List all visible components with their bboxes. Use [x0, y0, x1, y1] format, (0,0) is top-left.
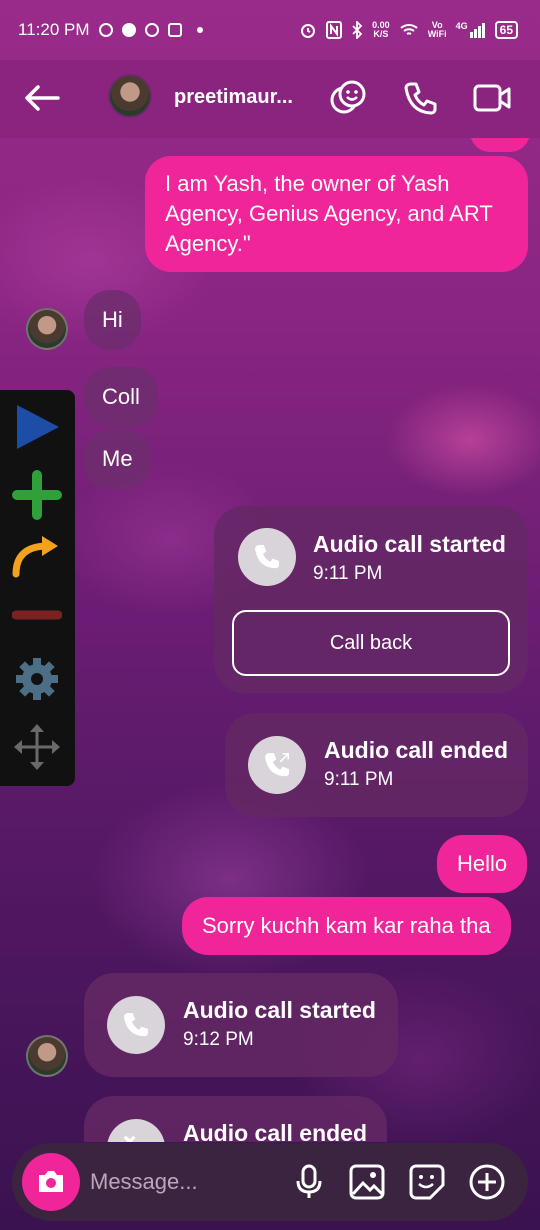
- stickers-icon[interactable]: [328, 78, 368, 118]
- missed-call-icon: [123, 1135, 136, 1142]
- floating-toolbar[interactable]: [0, 390, 75, 786]
- contact-avatar[interactable]: [108, 74, 152, 118]
- chat-header: preetimaur...: [0, 60, 540, 138]
- call-log-card[interactable]: Audio call started 9:11 PM Call back: [214, 506, 528, 693]
- app-notification-icon: [167, 23, 182, 37]
- play-icon: [17, 405, 59, 449]
- call-time: 9:12 PM: [183, 1029, 254, 1050]
- back-arrow-icon[interactable]: [22, 80, 62, 116]
- signal-indicator: 4G: [456, 22, 486, 38]
- wifi-icon: [400, 24, 418, 35]
- redo-arrow-icon: [12, 536, 58, 578]
- facebook-icon: [121, 23, 136, 37]
- redo-button[interactable]: [10, 528, 64, 582]
- message-input[interactable]: [90, 1161, 290, 1203]
- call-title: Audio call started: [313, 531, 506, 557]
- incoming-message[interactable]: Hi: [84, 290, 141, 350]
- phone-icon: [124, 1013, 148, 1037]
- camera-button[interactable]: [22, 1153, 80, 1211]
- gear-icon: [16, 658, 58, 700]
- phone-call-icon[interactable]: [400, 78, 440, 118]
- microphone-icon[interactable]: [290, 1163, 328, 1201]
- chat-thread[interactable]: I am Yash, the owner of Yash Agency, Gen…: [0, 138, 540, 1142]
- battery-indicator: 65: [494, 21, 518, 39]
- call-title: Audio call started: [183, 997, 376, 1023]
- incoming-message[interactable]: Coll: [84, 367, 158, 427]
- settings-button[interactable]: [10, 652, 64, 706]
- alarm-icon: [301, 24, 316, 38]
- sticker-icon[interactable]: [408, 1163, 446, 1201]
- nfc-icon: [326, 21, 343, 39]
- sender-avatar[interactable]: [26, 308, 68, 350]
- outgoing-message[interactable]: Sorry kuchh kam kar raha tha: [182, 897, 511, 955]
- minus-icon: [12, 610, 62, 620]
- chat-notification-icon: [144, 23, 159, 37]
- video-call-icon[interactable]: [472, 78, 512, 118]
- call-back-button[interactable]: Call back: [232, 610, 510, 676]
- message-composer: [12, 1143, 528, 1221]
- add-plus-icon[interactable]: [468, 1163, 506, 1201]
- bluetooth-icon: [352, 21, 363, 39]
- call-icon-circle: [248, 736, 306, 794]
- signal-icon: [469, 23, 485, 38]
- more-notifications-dot: [196, 27, 203, 33]
- status-right: 0.00 K/S Vo WiFi 4G 65: [299, 21, 518, 39]
- call-log-card[interactable]: Audio call ended 9:11 PM: [225, 713, 528, 817]
- gallery-icon[interactable]: [348, 1163, 386, 1201]
- outgoing-message[interactable]: I am Yash, the owner of Yash Agency, Gen…: [145, 156, 528, 272]
- call-time: 9:11 PM: [313, 563, 383, 584]
- sender-avatar[interactable]: [26, 1035, 68, 1077]
- incoming-message[interactable]: Me: [84, 429, 151, 489]
- camera-icon: [39, 1171, 63, 1192]
- move-handle[interactable]: [10, 720, 64, 774]
- call-log-card[interactable]: Audio call started 9:12 PM: [84, 973, 398, 1077]
- call-title: Audio call ended: [324, 737, 509, 763]
- status-left: 11:20 PM: [18, 20, 203, 40]
- plus-icon: [12, 470, 62, 520]
- call-title: Audio call ended: [183, 1120, 368, 1142]
- call-log-card[interactable]: Audio call ended: [84, 1096, 387, 1142]
- call-ended-icon: [265, 752, 290, 777]
- call-time: 9:11 PM: [324, 769, 394, 790]
- remove-button[interactable]: [10, 588, 64, 642]
- contact-name[interactable]: preetimaur...: [174, 86, 293, 109]
- call-icon-circle: [238, 528, 296, 586]
- status-bar: 11:20 PM 0.00 K/S Vo WiFi 4G 65: [0, 0, 540, 60]
- add-button[interactable]: [10, 468, 64, 522]
- play-button[interactable]: [10, 400, 64, 454]
- status-time: 11:20 PM: [18, 20, 90, 39]
- call-icon-circle: [107, 996, 165, 1054]
- phone-icon: [255, 545, 279, 569]
- outgoing-message[interactable]: Hello: [437, 835, 528, 893]
- vowifi-indicator: Vo WiFi: [427, 20, 447, 39]
- whatsapp-icon: [98, 23, 113, 37]
- move-arrows-icon: [14, 724, 60, 770]
- previous-message-edge: [470, 138, 530, 152]
- call-icon-circle: [107, 1119, 165, 1142]
- network-speed: 0.00 K/S: [372, 20, 390, 39]
